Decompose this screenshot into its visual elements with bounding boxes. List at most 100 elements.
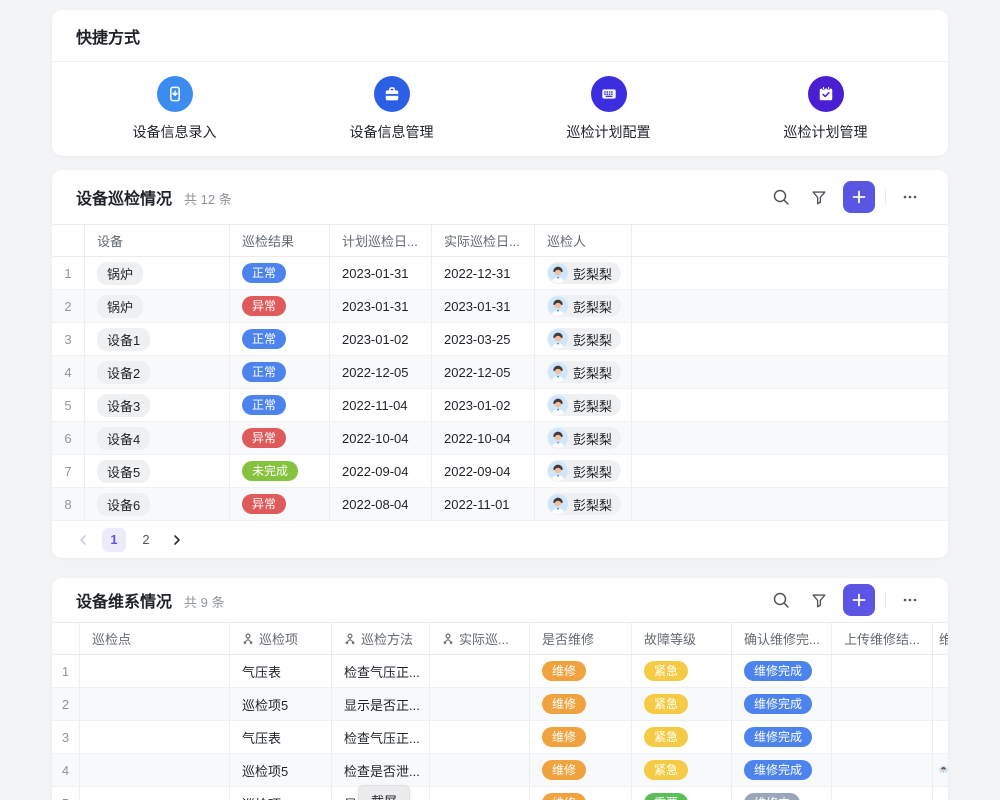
filter-button[interactable] — [805, 586, 833, 614]
point-cell — [80, 787, 230, 800]
column-header-upload[interactable]: 上传维修结... — [832, 623, 933, 654]
search-icon — [771, 187, 791, 207]
record-count: 共 9 条 — [184, 592, 224, 611]
column-header-fault-level[interactable]: 故障等级 — [632, 623, 732, 654]
filter-button[interactable] — [805, 183, 833, 211]
row-index: 1 — [52, 655, 80, 687]
maintenance-header: 设备维系情况 共 9 条 — [52, 578, 948, 622]
device-tag: 设备5 — [97, 460, 150, 483]
repairer-cell — [933, 655, 948, 687]
column-header-inspector[interactable]: 巡检人 — [535, 225, 632, 256]
column-header-device[interactable]: 设备 — [85, 225, 230, 256]
filter-icon — [810, 188, 828, 206]
record-count: 共 12 条 — [184, 189, 232, 208]
table-row[interactable]: 1 气压表 检查气压正... 维修 紧急 维修完成 — [52, 655, 948, 688]
upload-cell — [832, 655, 933, 687]
plus-icon — [851, 189, 867, 205]
lookup-icon — [242, 633, 254, 645]
column-header-repairer[interactable]: 维修人 — [933, 623, 948, 654]
column-header-point[interactable]: 巡检点 — [80, 623, 230, 654]
search-button[interactable] — [767, 183, 795, 211]
add-record-button[interactable] — [843, 584, 875, 616]
device-entry-icon — [157, 76, 193, 112]
row-index: 2 — [52, 290, 85, 322]
page-button-1[interactable]: 1 — [102, 528, 126, 552]
fault-level-badge: 紧急 — [644, 760, 688, 780]
more-button[interactable] — [896, 183, 924, 211]
search-button[interactable] — [767, 586, 795, 614]
repair-badge: 维修 — [542, 661, 586, 681]
actual-date-cell: 2022-10-04 — [432, 422, 535, 454]
table-row[interactable]: 7 设备5 未完成 2022-09-04 2022-09-04 — [52, 455, 948, 488]
maintenance-title: 设备维系情况 — [76, 588, 172, 612]
column-header-plan-date[interactable]: 计划巡检日... — [330, 225, 432, 256]
device-tag: 设备1 — [97, 328, 150, 351]
row-index: 3 — [52, 323, 85, 355]
result-badge: 正常 — [242, 263, 286, 283]
inspector-chip: 彭梨梨 — [547, 427, 621, 449]
shortcut-device-entry[interactable]: 设备信息录入 — [66, 76, 283, 142]
plus-icon — [851, 592, 867, 608]
row-blank-cell — [632, 257, 948, 289]
row-index: 4 — [52, 356, 85, 388]
chevron-left-icon — [76, 533, 90, 547]
maintenance-table-body: 1 气压表 检查气压正... 维修 紧急 维修完成 — [52, 655, 948, 800]
actual-date-cell: 2022-12-05 — [432, 356, 535, 388]
table-row[interactable]: 6 设备4 异常 2022-10-04 2022-10-04 — [52, 422, 948, 455]
shortcut-device-manage[interactable]: 设备信息管理 — [283, 76, 500, 142]
inspection-table-header: 设备 巡检结果 计划巡检日... 实际巡检日... 巡检人 — [52, 224, 948, 257]
table-row[interactable]: 8 设备6 异常 2022-08-04 2022-11-01 — [52, 488, 948, 521]
avatar — [548, 329, 568, 349]
repairer-cell — [933, 688, 948, 720]
prev-page-button[interactable] — [72, 529, 94, 551]
table-row[interactable]: 1 锅炉 正常 2023-01-31 2022-12-31 — [52, 257, 948, 290]
filter-icon — [810, 591, 828, 609]
add-record-button[interactable] — [843, 181, 875, 213]
inspector-chip: 彭梨梨 — [547, 262, 621, 284]
actual-date-cell: 2022-11-01 — [432, 488, 535, 520]
column-header-confirm[interactable]: 确认维修完... — [732, 623, 832, 654]
next-page-button[interactable] — [166, 529, 188, 551]
table-row[interactable]: 4 设备2 正常 2022-12-05 2022-12-05 — [52, 356, 948, 389]
item-cell: 气压表 — [230, 721, 332, 753]
upload-cell — [832, 721, 933, 753]
table-row[interactable]: 3 设备1 正常 2023-01-02 2023-03-25 — [52, 323, 948, 356]
actual-cell — [430, 688, 530, 720]
column-header-actual-date[interactable]: 实际巡检日... — [432, 225, 535, 256]
column-header-result[interactable]: 巡检结果 — [230, 225, 330, 256]
avatar — [548, 428, 568, 448]
row-index: 3 — [52, 721, 80, 753]
screenshot-tooltip: 截屏 — [358, 785, 410, 800]
shortcut-plan-config[interactable]: 巡检计划配置 — [500, 76, 717, 142]
fault-level-badge: 紧急 — [644, 694, 688, 714]
inspection-table-body: 1 锅炉 正常 2023-01-31 2022-12-31 — [52, 257, 948, 521]
row-blank-cell — [632, 455, 948, 487]
repairer-cell — [933, 754, 948, 786]
avatar — [548, 263, 568, 283]
upload-cell — [832, 754, 933, 786]
actual-date-cell: 2023-01-31 — [432, 290, 535, 322]
column-header-item[interactable]: 巡检项 — [230, 623, 332, 654]
table-row[interactable]: 2 巡检项5 显示是否正... 维修 紧急 维修完成 — [52, 688, 948, 721]
lookup-icon — [442, 633, 454, 645]
table-row[interactable]: 3 气压表 检查气压正... 维修 紧急 维修完成 — [52, 721, 948, 754]
inspector-name: 彭梨梨 — [573, 297, 612, 316]
actual-cell — [430, 787, 530, 800]
table-row[interactable]: 5 设备3 正常 2022-11-04 2023-01-02 — [52, 389, 948, 422]
column-header-repair[interactable]: 是否维修 — [530, 623, 632, 654]
inspector-name: 彭梨梨 — [573, 363, 612, 382]
maintenance-card: 设备维系情况 共 9 条 — [52, 578, 948, 800]
result-badge: 正常 — [242, 329, 286, 349]
more-button[interactable] — [896, 586, 924, 614]
column-header-method[interactable]: 巡检方法 — [332, 623, 430, 654]
table-row[interactable]: 2 锅炉 异常 2023-01-31 2023-01-31 — [52, 290, 948, 323]
shortcuts-title: 快捷方式 — [76, 24, 140, 48]
actual-cell — [430, 754, 530, 786]
page-button-2[interactable]: 2 — [134, 528, 158, 552]
table-row[interactable]: 4 巡检项5 检查是否泄... 维修 紧急 维修完成 — [52, 754, 948, 787]
fault-level-badge: 重要 — [644, 793, 688, 800]
table-row[interactable]: 5 巡检项5 显示是否正... 维修 重要 维修中 — [52, 787, 948, 800]
maintenance-table-header: 巡检点 巡检项 巡检方法 实际巡... 是否维修 故障等级 确认维修完... 上… — [52, 622, 948, 655]
shortcut-plan-manage[interactable]: 巡检计划管理 — [717, 76, 934, 142]
column-header-actual[interactable]: 实际巡... — [430, 623, 530, 654]
